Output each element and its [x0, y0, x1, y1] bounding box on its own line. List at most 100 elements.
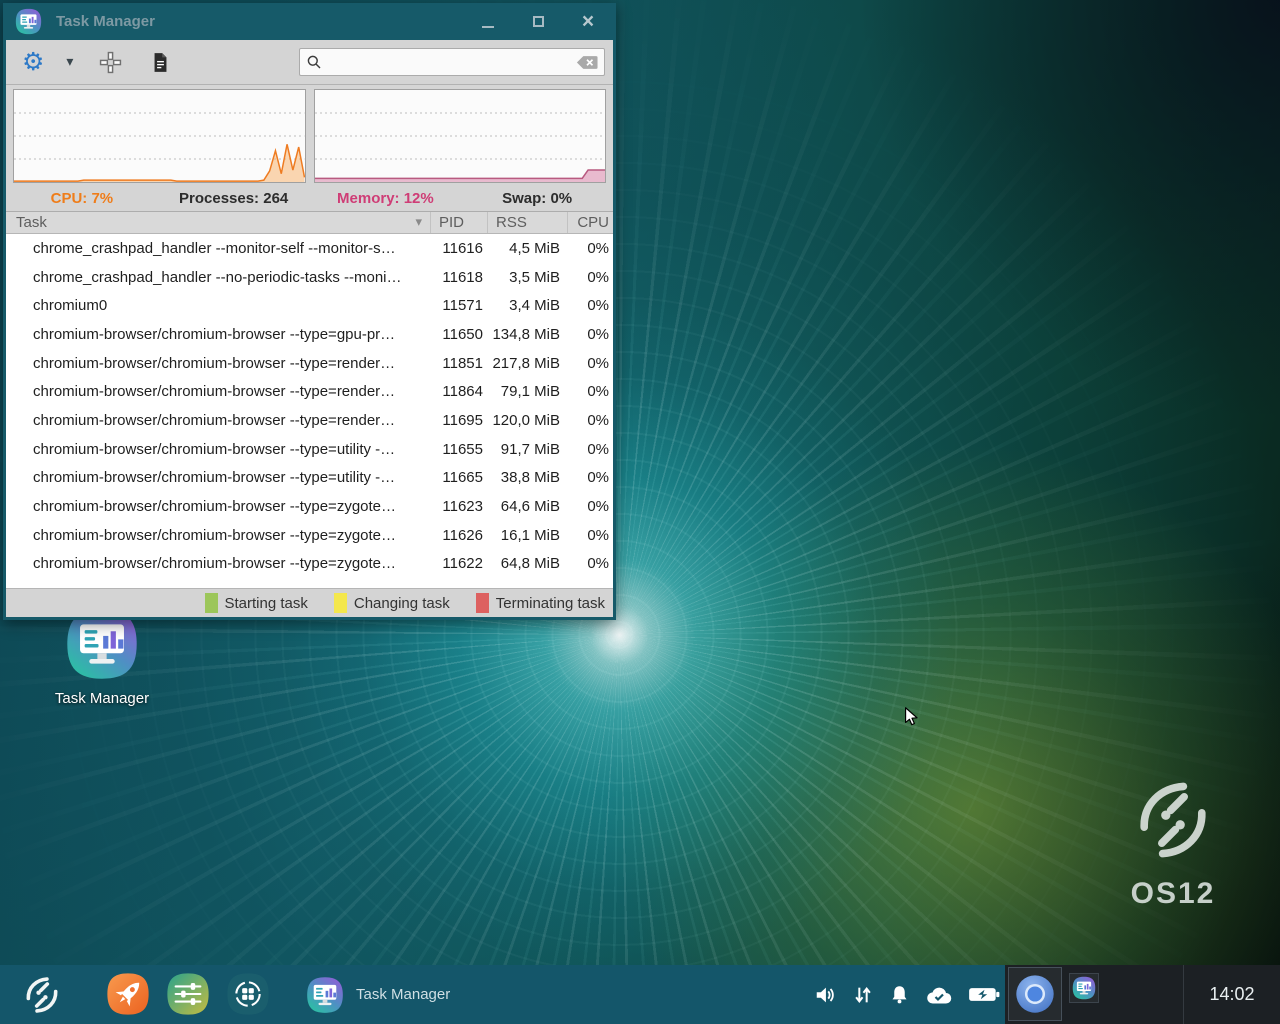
- window-app-icon: [15, 8, 42, 35]
- rocket-icon: [106, 972, 150, 1016]
- task-cell: chromium-browser/chromium-browser --type…: [6, 383, 431, 400]
- rss-cell: 38,8 MiB: [488, 469, 568, 486]
- rss-cell: 3,5 MiB: [488, 269, 568, 286]
- search-box: [299, 48, 605, 76]
- cpu-cell: 0%: [568, 527, 613, 544]
- task-manager-tray-button[interactable]: [1069, 973, 1099, 1003]
- launcher-rocket[interactable]: [106, 972, 150, 1016]
- task-cell: chromium-browser/chromium-browser --type…: [6, 441, 431, 458]
- rss-cell: 64,6 MiB: [488, 498, 568, 515]
- settings-button[interactable]: ⚙: [22, 45, 44, 79]
- search-input[interactable]: [322, 54, 576, 70]
- table-row[interactable]: chromium-browser/chromium-browser --type…: [6, 492, 613, 521]
- settings-dropdown-button[interactable]: ▾: [44, 45, 73, 79]
- rss-cell: 217,8 MiB: [488, 355, 568, 372]
- cloud-sync-button[interactable]: [925, 985, 953, 1005]
- memory-status: Memory: 12%: [310, 190, 462, 207]
- volume-button[interactable]: [813, 984, 837, 1006]
- task-manager-icon: [306, 976, 344, 1014]
- table-row[interactable]: chromium-browser/chromium-browser --type…: [6, 550, 613, 579]
- table-row[interactable]: chrome_crashpad_handler --no-periodic-ta…: [6, 263, 613, 292]
- pid-cell: 11622: [431, 555, 488, 572]
- window-title: Task Manager: [56, 13, 480, 30]
- os-brand-watermark: OS12: [1108, 780, 1238, 911]
- task-cell: chromium-browser/chromium-browser --type…: [6, 326, 431, 343]
- table-row[interactable]: chromium-browser/chromium-browser --type…: [6, 349, 613, 378]
- task-manager-window: Task Manager × ⚙ ▾: [3, 3, 616, 620]
- table-row[interactable]: chromium-browser/chromium-browser --type…: [6, 521, 613, 550]
- task-cell: chromium-browser/chromium-browser --type…: [6, 355, 431, 372]
- shortcut-label: Task Manager: [26, 690, 178, 707]
- process-details-button[interactable]: [152, 45, 169, 79]
- table-row[interactable]: chromium-browser/chromium-browser --type…: [6, 377, 613, 406]
- task-cell: chromium-browser/chromium-browser --type…: [6, 469, 431, 486]
- window-controls: ×: [480, 14, 604, 30]
- task-cell: chrome_crashpad_handler --no-periodic-ta…: [6, 269, 431, 286]
- taskbar-clock[interactable]: 14:02: [1184, 965, 1280, 1024]
- gear-icon: ⚙: [22, 47, 44, 77]
- chevron-down-icon: ▾: [66, 54, 73, 70]
- pid-cell: 11616: [431, 240, 488, 257]
- pid-cell: 11655: [431, 441, 488, 458]
- maximize-button[interactable]: [530, 14, 546, 30]
- rss-cell: 16,1 MiB: [488, 527, 568, 544]
- column-header-rss[interactable]: RSS: [488, 212, 568, 233]
- pid-cell: 11695: [431, 412, 488, 429]
- table-row[interactable]: chromium-browser/chromium-browser --type…: [6, 406, 613, 435]
- pick-window-button[interactable]: [99, 45, 122, 79]
- system-status-icons: [813, 965, 1000, 1024]
- minimize-button[interactable]: [480, 14, 496, 30]
- battery-charging-icon: [968, 986, 1000, 1003]
- chromium-tray-button[interactable]: [1008, 967, 1062, 1021]
- rss-cell: 79,1 MiB: [488, 383, 568, 400]
- table-row[interactable]: chromium-browser/chromium-browser --type…: [6, 320, 613, 349]
- sort-descending-icon: ▾: [415, 215, 430, 230]
- launcher-settings[interactable]: [166, 972, 210, 1016]
- taskbar: Task Manager: [0, 965, 1280, 1024]
- crosshair-icon: [99, 51, 122, 74]
- desktop-shortcut-task-manager[interactable]: Task Manager: [26, 607, 178, 707]
- tray-panel: 14:02: [1005, 965, 1280, 1024]
- task-manager-tray-icon: [1072, 976, 1096, 1000]
- start-menu-button[interactable]: [16, 974, 68, 1015]
- column-header-task[interactable]: Task ▾: [6, 212, 431, 233]
- task-cell: chrome_crashpad_handler --monitor-self -…: [6, 240, 431, 257]
- taskbar-window-label: Task Manager: [356, 986, 450, 1003]
- table-row[interactable]: chromium-browser/chromium-browser --type…: [6, 435, 613, 464]
- rss-cell: 91,7 MiB: [488, 441, 568, 458]
- column-header-cpu[interactable]: CPU: [568, 212, 613, 233]
- desktop: OS12 Task Manager Task Manager × ⚙ ▾: [0, 0, 1280, 1024]
- toolbar: ⚙ ▾: [6, 40, 613, 85]
- document-icon: [152, 52, 169, 73]
- pid-cell: 11665: [431, 469, 488, 486]
- taskbar-window-button[interactable]: Task Manager: [302, 965, 464, 1024]
- task-cell: chromium-browser/chromium-browser --type…: [6, 555, 431, 572]
- launcher-app-grid[interactable]: [226, 972, 270, 1016]
- memory-graph-panel: [314, 89, 607, 183]
- cpu-cell: 0%: [568, 355, 613, 372]
- cpu-cell: 0%: [568, 383, 613, 400]
- titlebar[interactable]: Task Manager ×: [3, 3, 616, 40]
- column-header-pid[interactable]: PID: [431, 212, 488, 233]
- table-row[interactable]: chromium0 11571 3,4 MiB 0%: [6, 291, 613, 320]
- network-activity-button[interactable]: [852, 983, 874, 1007]
- status-line: CPU: 7% Processes: 264 Memory: 12% Swap:…: [6, 185, 613, 211]
- legend-bar: Starting task Changing task Terminating …: [6, 588, 613, 617]
- battery-button[interactable]: [968, 986, 1000, 1003]
- close-button[interactable]: ×: [580, 14, 596, 30]
- cpu-cell: 0%: [568, 269, 613, 286]
- clear-search-button[interactable]: [576, 55, 598, 70]
- table-row[interactable]: chrome_crashpad_handler --monitor-self -…: [6, 234, 613, 263]
- usage-graphs: [6, 85, 613, 185]
- table-row[interactable]: chromium-browser/chromium-browser --type…: [6, 464, 613, 493]
- pid-cell: 11864: [431, 383, 488, 400]
- notifications-button[interactable]: [889, 983, 910, 1006]
- rss-cell: 3,4 MiB: [488, 297, 568, 314]
- process-table-body[interactable]: chrome_crashpad_handler --monitor-self -…: [6, 234, 613, 588]
- cpu-graph-panel: [13, 89, 306, 183]
- starting-task-swatch: [205, 593, 218, 613]
- rss-cell: 120,0 MiB: [488, 412, 568, 429]
- task-cell: chromium0: [6, 297, 431, 314]
- changing-task-swatch: [334, 593, 347, 613]
- table-header: Task ▾ PID RSS CPU: [6, 211, 613, 234]
